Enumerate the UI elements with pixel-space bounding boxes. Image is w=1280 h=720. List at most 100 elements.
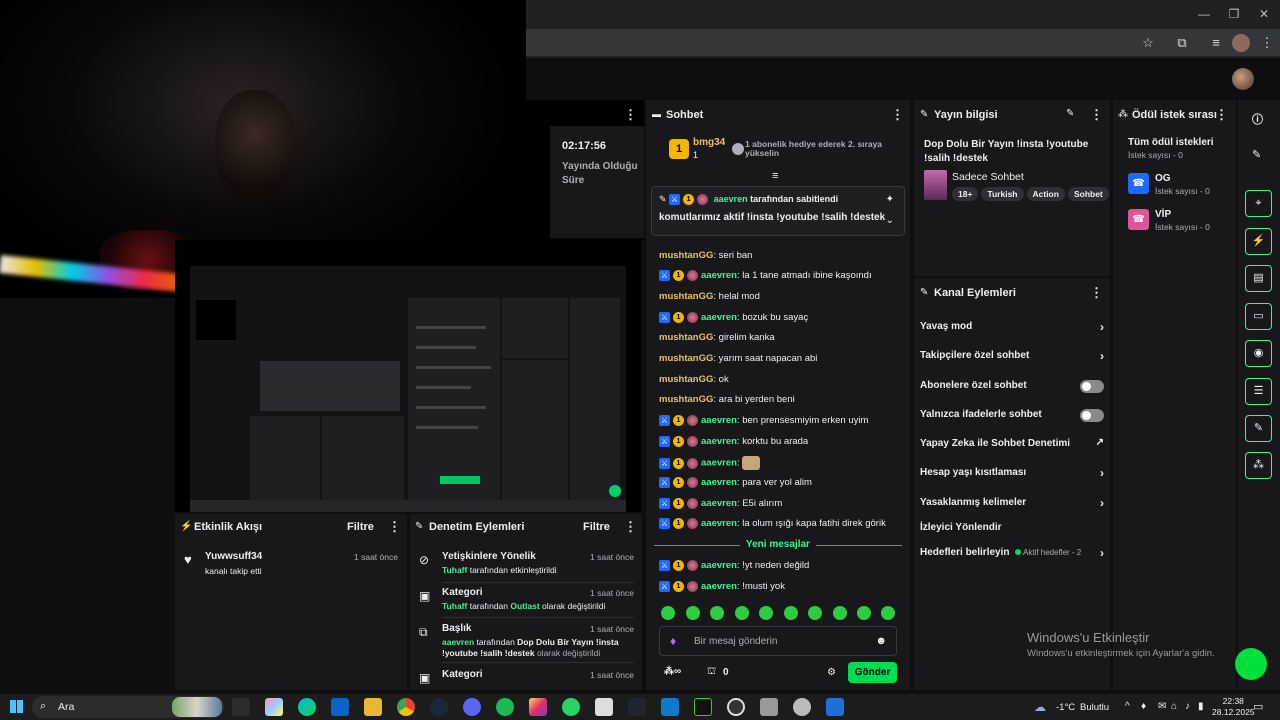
all-rewards-title[interactable]: Tüm ödül istekleri <box>1128 137 1214 148</box>
task-view-icon[interactable] <box>232 698 250 716</box>
app-icon[interactable] <box>826 698 844 716</box>
chat-username[interactable]: aaevren <box>701 581 737 592</box>
chat-message[interactable]: ⚔ 1 aaevren: korktu bu arada <box>659 436 808 447</box>
activity-user[interactable]: Yuwwsuff34 <box>205 551 262 562</box>
vscode-icon[interactable] <box>661 698 679 716</box>
weather-temp[interactable]: -1°C <box>1056 702 1075 713</box>
chat-input[interactable]: ♦ Bir mesaj gönderin ☻ <box>659 626 897 656</box>
steam-icon[interactable] <box>430 698 448 716</box>
activity-filter-button[interactable]: Filtre <box>347 521 374 533</box>
volume-icon[interactable]: ♪ <box>1185 701 1190 712</box>
action-slow-mode[interactable]: Yavaş mod › <box>920 320 1104 334</box>
edit-icon[interactable]: ✎ <box>1066 108 1074 119</box>
restore-icon[interactable]: ❐ <box>1226 6 1242 22</box>
list-icon[interactable]: ☰ <box>1245 378 1272 405</box>
mod-actor[interactable]: aaevren <box>442 637 474 647</box>
chat-message[interactable]: ⚔ 1 aaevren: ben prensesmiyim erken uyim <box>659 415 868 426</box>
chat-message[interactable]: ⚔ 1 aaevren: para ver yol alim <box>659 477 812 488</box>
top-user[interactable]: bmg34 <box>693 137 725 148</box>
emote-icon[interactable] <box>784 606 798 620</box>
reward-label[interactable]: VİP <box>1155 209 1171 220</box>
chat-username[interactable]: aaevren <box>701 498 737 509</box>
spotify-icon[interactable] <box>496 698 514 716</box>
info-icon[interactable]: ⓘ <box>1252 111 1263 127</box>
copilot-icon[interactable] <box>265 698 283 716</box>
floating-action-button[interactable] <box>1235 648 1267 680</box>
extensions-icon[interactable]: ⧉ <box>1173 34 1191 52</box>
lightning-icon[interactable]: ⚡ <box>1245 228 1272 255</box>
mod-menu-icon[interactable]: ⋮ <box>624 519 637 535</box>
avatar[interactable] <box>1232 68 1254 90</box>
chat-message[interactable]: ⚔ 1 aaevren: !yt neden değild <box>659 560 809 571</box>
close-icon[interactable]: ✕ <box>1256 6 1272 22</box>
emote-icon[interactable] <box>686 606 700 620</box>
tag[interactable]: 18+ <box>952 187 979 201</box>
discord-icon[interactable] <box>463 698 481 716</box>
menu-icon[interactable]: ⋮ <box>1258 34 1276 52</box>
emote-icon[interactable] <box>710 606 724 620</box>
action-account-age[interactable]: Hesap yaşı kısıtlaması › <box>920 466 1104 480</box>
chat-username[interactable]: mushtanGG <box>659 291 713 302</box>
mod-actor[interactable]: Tuhaff <box>442 601 467 611</box>
chat-message[interactable]: ⚔ 1 aaevren: la olum ışığı kapa fatihi dir… <box>659 518 886 529</box>
chat-username[interactable]: aaevren <box>701 560 737 571</box>
battery-icon[interactable]: ▮ <box>1198 701 1204 712</box>
tag[interactable]: Action <box>1026 187 1065 201</box>
action-ai-moderation[interactable]: Yapay Zeka ile Sohbet Denetimi ↗ <box>920 437 1104 449</box>
microphone-icon[interactable]: ♦ <box>1141 701 1146 712</box>
activity-menu-icon[interactable]: ⋮ <box>388 519 401 535</box>
emote-icon[interactable] <box>759 606 773 620</box>
mod-filter-button[interactable]: Filtre <box>583 521 610 533</box>
address-bar[interactable] <box>526 29 1280 56</box>
app-icon[interactable] <box>760 698 778 716</box>
emote-icon[interactable] <box>857 606 871 620</box>
action-goals[interactable]: Hedefleri belirleyin Aktif hedefler - 2 … <box>920 546 1104 560</box>
chat-username[interactable]: aaevren <box>701 458 737 469</box>
emote-icon[interactable] <box>735 606 749 620</box>
document-icon[interactable] <box>595 698 613 716</box>
mail-icon[interactable]: ✉ <box>1158 701 1166 712</box>
chat-message[interactable]: mushtanGG: helal mod <box>659 291 760 302</box>
whatsapp-icon[interactable] <box>562 698 580 716</box>
emote-icon[interactable] <box>661 606 675 620</box>
profile-icon[interactable] <box>1232 34 1250 52</box>
send-button[interactable]: Gönder <box>848 662 897 683</box>
pinned-message[interactable]: ✎ ⚔ 1 aaevren tarafından sabitlendi komut… <box>651 186 905 236</box>
chat-username[interactable]: mushtanGG <box>659 394 713 405</box>
chat-username[interactable]: mushtanGG <box>659 374 713 385</box>
chat-message[interactable]: mushtanGG: yarım saat napacan abi <box>659 353 817 364</box>
action-subscribers-only[interactable]: Abonelere özel sohbet <box>920 380 1104 393</box>
chrome-icon[interactable] <box>397 698 415 716</box>
dots-icon[interactable]: ⁂ <box>1245 452 1272 479</box>
notes-icon[interactable]: ▤ <box>1245 265 1272 292</box>
star-icon[interactable]: ☆ <box>1139 34 1157 52</box>
emote-icon[interactable] <box>881 606 895 620</box>
stats-menu-icon[interactable]: ⋮ <box>624 107 637 123</box>
reward-label[interactable]: OG <box>1155 173 1171 184</box>
ide-icon[interactable] <box>628 698 646 716</box>
chat-message[interactable]: ⚔ 1 aaevren: <box>659 456 761 470</box>
notifications-icon[interactable]: ▭ <box>1253 700 1263 713</box>
chat-message[interactable]: mushtanGG: girelim kanka <box>659 332 775 343</box>
chat-bubble-icon[interactable]: ▭ <box>1245 303 1272 330</box>
subscribers-only-toggle[interactable] <box>1080 380 1104 393</box>
file-explorer-icon[interactable] <box>364 698 382 716</box>
chat-settings-icon[interactable]: ⚙ <box>827 667 836 678</box>
chat-message[interactable]: ⚔ 1 aaevren: E5i alırım <box>659 498 782 509</box>
action-emote-only[interactable]: Yalnızca ifadelerle sohbet <box>920 409 1104 422</box>
mic-icon[interactable]: ♦ <box>670 634 676 648</box>
stream-category[interactable]: Sadece Sohbet <box>952 171 1024 183</box>
chat-message[interactable]: ⚔ 1 aaevren: bozuk bu sayaç <box>659 312 808 323</box>
chat-menu-icon[interactable]: ⋮ <box>891 107 904 123</box>
expand-icon[interactable]: ⌄ <box>886 215 894 226</box>
action-raid[interactable]: İzleyici Yönlendir <box>920 522 1104 533</box>
tray-chevron-icon[interactable]: ^ <box>1125 701 1130 712</box>
actions-menu-icon[interactable]: ⋮ <box>1090 285 1103 301</box>
tag[interactable]: Turkish <box>981 187 1024 201</box>
instagram-icon[interactable] <box>529 698 547 716</box>
chat-message[interactable]: ⚔ 1 aaevren: la 1 tane atmadı ibine kaşoın… <box>659 270 872 281</box>
chat-username[interactable]: mushtanGG <box>659 332 713 343</box>
chat-username[interactable]: aaevren <box>701 436 737 447</box>
chat-message[interactable]: mushtanGG: ok <box>659 374 729 385</box>
chat-message[interactable]: ⚔ 1 aaevren: !musti yok <box>659 581 785 592</box>
